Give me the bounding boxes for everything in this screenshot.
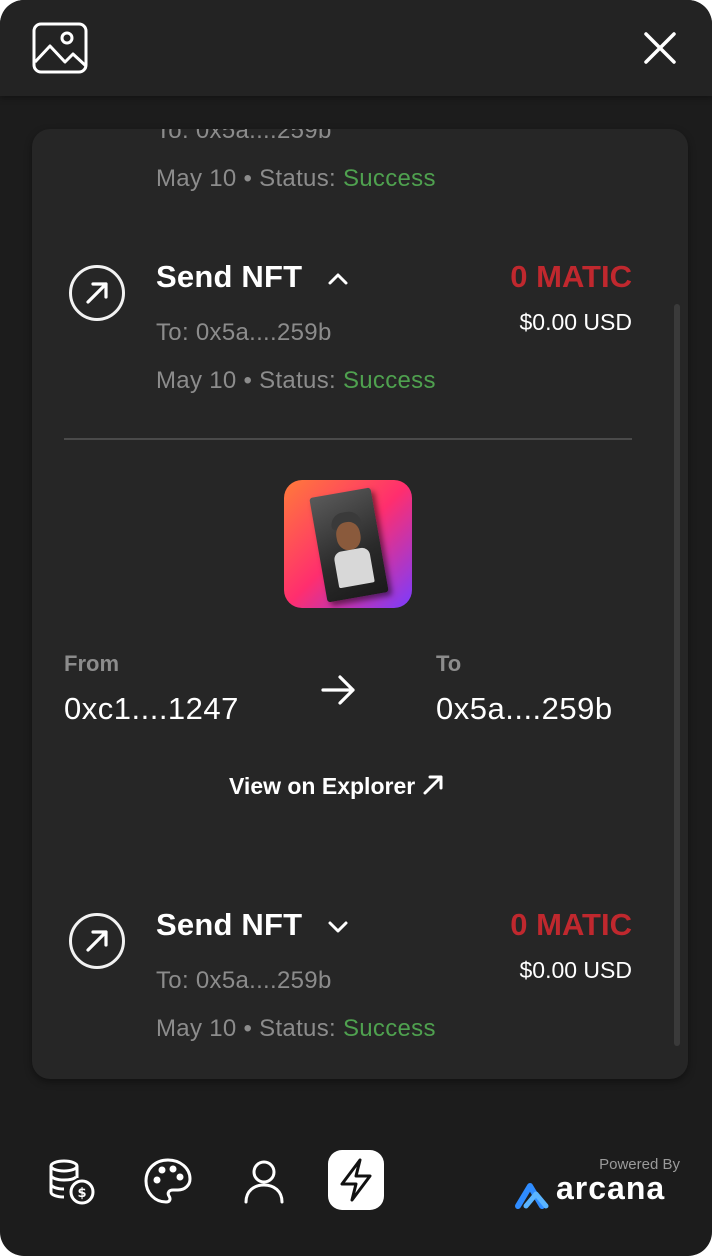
transaction-meta: May 10 • Status: Success [156, 367, 436, 394]
status-value: Success [342, 367, 436, 394]
svg-text:$: $ [77, 1186, 86, 1201]
transaction-amount: 0 MATIC [510, 907, 632, 942]
explorer-label: View on Explorer [229, 773, 416, 799]
header [0, 0, 712, 96]
transaction-meta: May 10 • Status: Success [156, 165, 436, 192]
from-label: From [64, 651, 119, 676]
chevron-down-icon[interactable] [326, 915, 350, 944]
to-address: 0x5a....259b [436, 691, 613, 726]
view-on-explorer-link[interactable]: View on Explorer [229, 773, 444, 800]
transaction-date: May 10 [156, 1015, 237, 1042]
transaction-amount: 0 MATIC [510, 259, 632, 294]
brand-name: arcana [556, 1170, 666, 1206]
status-label: Status: [259, 1015, 336, 1042]
wallet-app: To: 0x5a....259b May 10 • Status: Succes… [0, 0, 712, 1256]
close-icon[interactable] [640, 28, 680, 68]
to-label: To [436, 651, 462, 676]
transaction-to: To: 0x5a....259b [156, 319, 332, 346]
arrow-right-icon [320, 673, 358, 712]
transaction-date: May 10 [156, 367, 237, 394]
nft-thumbnail [284, 480, 412, 608]
status-label: Status: [259, 367, 336, 394]
transaction-usd: $0.00 USD [519, 957, 632, 983]
transaction-to: To: 0x5a....259b [156, 967, 332, 994]
nft-artwork [309, 487, 389, 603]
arcana-logo[interactable]: arcana [512, 1170, 682, 1212]
status-label: Status: [259, 165, 336, 192]
external-link-icon [423, 775, 443, 795]
tokens-icon[interactable]: $ [44, 1154, 100, 1210]
divider [64, 438, 632, 440]
arcana-logo-icon [515, 1183, 549, 1209]
chevron-up-icon[interactable] [326, 267, 350, 296]
from-address: 0xc1....1247 [64, 691, 239, 726]
transaction-usd: $0.00 USD [519, 309, 632, 335]
status-value: Success [342, 1015, 436, 1042]
transaction-to: To: 0x5a....259b [156, 129, 332, 144]
transaction-title: Send NFT [156, 907, 303, 942]
image-icon[interactable] [32, 22, 88, 74]
transaction-title: Send NFT [156, 259, 303, 294]
scrollbar[interactable] [674, 304, 680, 1046]
send-arrow-icon [69, 913, 125, 969]
status-value: Success [342, 165, 436, 192]
profile-icon[interactable] [236, 1154, 292, 1210]
transaction-meta: May 10 • Status: Success [156, 1015, 436, 1042]
activity-icon[interactable] [328, 1150, 384, 1210]
palette-icon[interactable] [140, 1154, 196, 1210]
activity-list[interactable]: To: 0x5a....259b May 10 • Status: Succes… [32, 129, 688, 1079]
transaction-date: May 10 [156, 165, 237, 192]
send-arrow-icon [69, 265, 125, 321]
